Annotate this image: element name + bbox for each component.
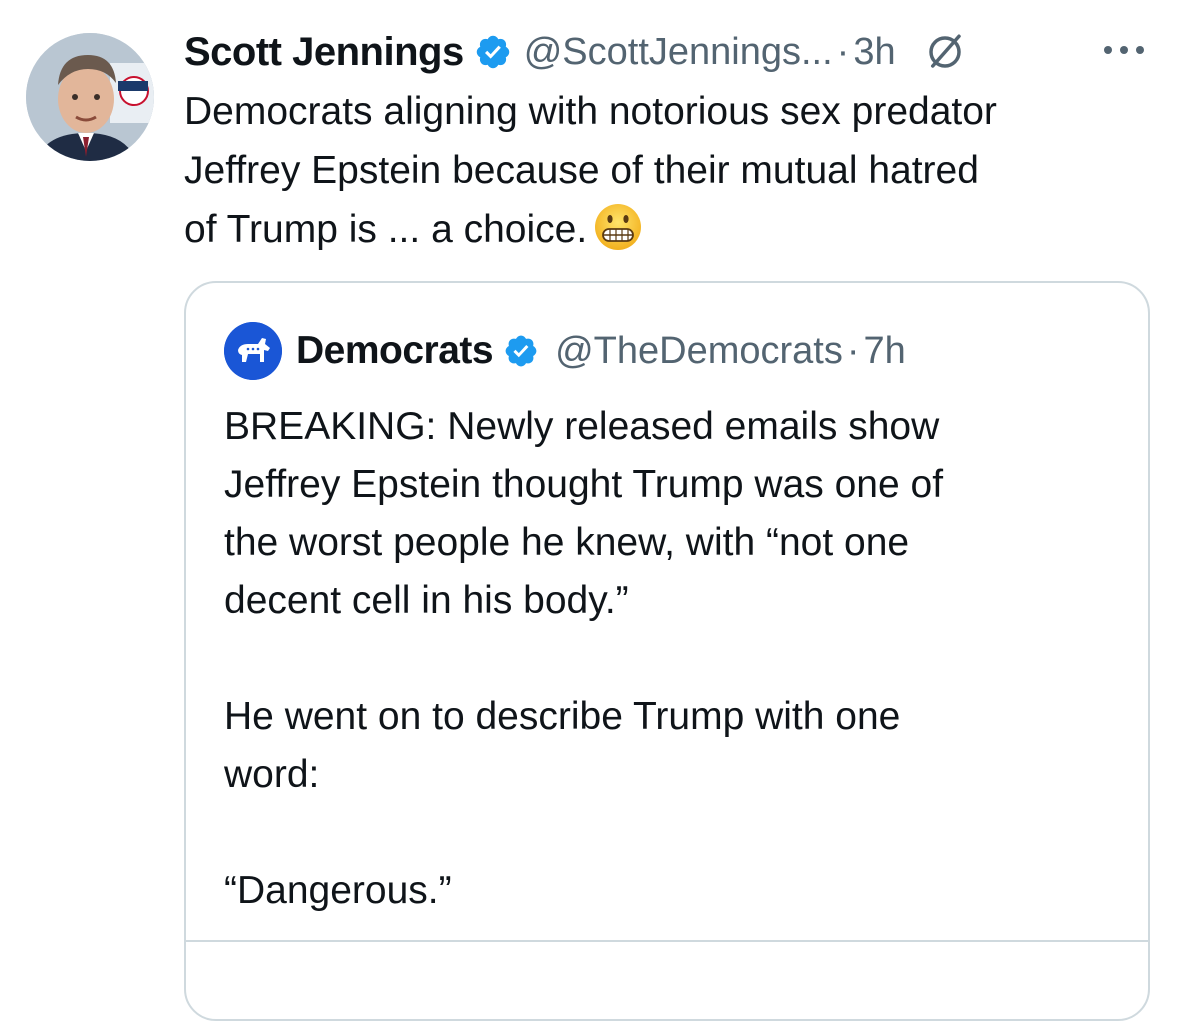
quoted-text-line: decent cell in his body.” bbox=[224, 579, 629, 622]
quoted-tweet-divider bbox=[186, 940, 1148, 942]
quoted-text-line: word: bbox=[224, 753, 320, 796]
separator-dot: · bbox=[836, 30, 850, 73]
quoted-tweet-text: BREAKING: Newly released emails show Jef… bbox=[224, 398, 1124, 920]
democratic-donkey-logo-icon[interactable] bbox=[224, 322, 282, 380]
quoted-tweet-card[interactable]: Democrats @TheDemocrats · 7h BREAKING: N… bbox=[184, 281, 1150, 1021]
grimacing-face-emoji bbox=[593, 202, 643, 252]
quoted-text-line: “Dangerous.” bbox=[224, 869, 452, 912]
tweet-text-line-last: of Trump is ... a choice. bbox=[184, 200, 1164, 259]
quoted-text-line: Jeffrey Epstein thought Trump was one of bbox=[224, 463, 944, 506]
verified-badge-icon[interactable] bbox=[503, 333, 539, 369]
grok-icon[interactable] bbox=[924, 31, 966, 73]
quoted-author-handle[interactable]: @TheDemocrats bbox=[555, 330, 843, 373]
quoted-text-line: the worst people he knew, with “not one bbox=[224, 521, 910, 564]
tweet-text-line: Democrats aligning with notorious sex pr… bbox=[184, 90, 997, 133]
more-options-icon[interactable] bbox=[1100, 40, 1148, 60]
tweet-text: Democrats aligning with notorious sex pr… bbox=[184, 82, 1164, 259]
quoted-text-blank-line bbox=[224, 804, 1124, 862]
author-avatar[interactable] bbox=[26, 33, 154, 161]
quoted-text-line: BREAKING: Newly released emails show bbox=[224, 405, 940, 448]
quoted-tweet-header: Democrats @TheDemocrats · 7h bbox=[224, 322, 906, 380]
quoted-author-display-name[interactable]: Democrats bbox=[296, 329, 494, 373]
tweet-header: Scott Jennings @ScottJennings... · 3h bbox=[184, 24, 966, 80]
tweet-text-line: Jeffrey Epstein because of their mutual … bbox=[184, 149, 979, 192]
quoted-text-line: He went on to describe Trump with one bbox=[224, 695, 901, 738]
author-display-name[interactable]: Scott Jennings bbox=[184, 30, 464, 75]
author-handle[interactable]: @ScottJennings... bbox=[524, 31, 833, 74]
tweet-text-line: of Trump is ... a choice. bbox=[184, 208, 588, 251]
quoted-tweet-timestamp[interactable]: 7h bbox=[864, 330, 906, 373]
separator-dot: · bbox=[846, 329, 860, 372]
verified-badge-icon[interactable] bbox=[474, 33, 512, 71]
quoted-text-blank-line bbox=[224, 630, 1124, 688]
avatar-photo-icon bbox=[26, 33, 154, 161]
tweet-timestamp[interactable]: 3h bbox=[853, 31, 895, 74]
